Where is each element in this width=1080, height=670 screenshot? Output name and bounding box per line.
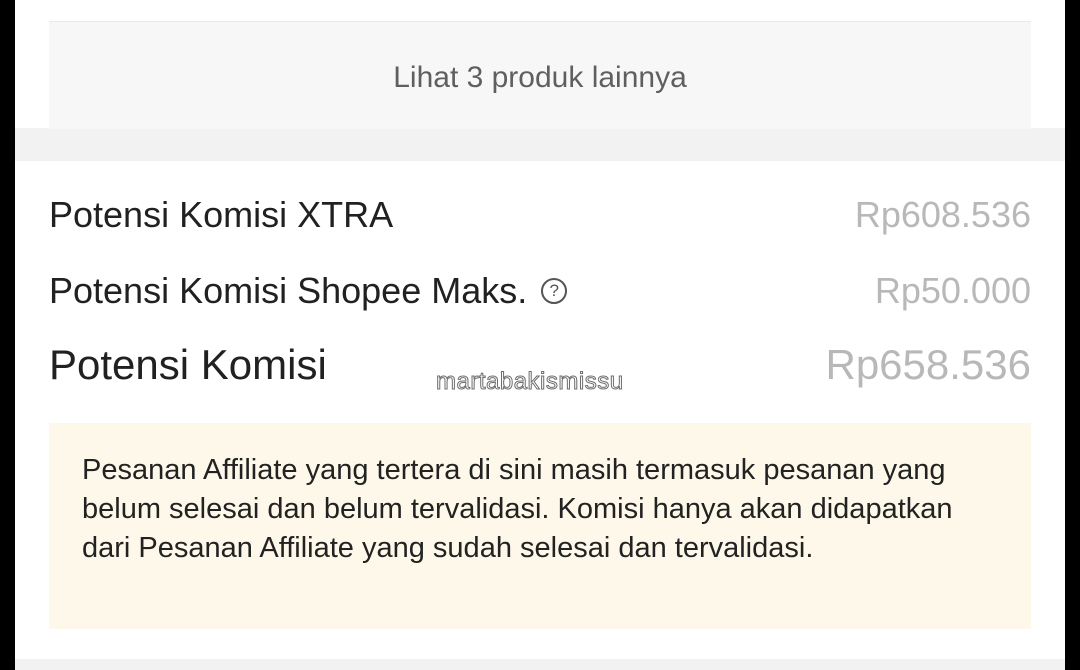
commission-shopee-max-value: Rp50.000 — [874, 270, 1031, 311]
commission-shopee-max-row: Potensi Komisi Shopee Maks. ? Rp50.000 — [49, 267, 1031, 315]
product-list-card: Lihat 3 produk lainnya — [15, 0, 1065, 129]
commission-xtra-label: Potensi Komisi XTRA — [49, 194, 394, 235]
commission-xtra-value: Rp608.536 — [854, 194, 1031, 235]
see-more-products-button[interactable]: Lihat 3 produk lainnya — [49, 21, 1031, 129]
help-circle-icon[interactable]: ? — [541, 278, 568, 304]
watermark-text: martabakismissu — [436, 368, 624, 396]
validation-notice-text: Pesanan Affiliate yang tertera di sini m… — [82, 454, 953, 564]
commission-xtra-row: Potensi Komisi XTRA Rp608.536 — [49, 191, 1031, 239]
commission-shopee-max-label-wrap: Potensi Komisi Shopee Maks. ? — [49, 270, 568, 312]
app-screen: Lihat 3 produk lainnya Potensi Komisi XT… — [15, 0, 1065, 670]
validation-notice: Pesanan Affiliate yang tertera di sini m… — [49, 423, 1031, 629]
commission-total-label: Potensi Komisi — [49, 341, 327, 388]
commission-summary-card: Potensi Komisi XTRA Rp608.536 Potensi Ko… — [15, 161, 1065, 659]
commission-shopee-max-label: Potensi Komisi Shopee Maks. — [49, 270, 528, 311]
see-more-products-label: Lihat 3 produk lainnya — [393, 60, 687, 94]
commission-total-value: Rp658.536 — [825, 341, 1031, 388]
